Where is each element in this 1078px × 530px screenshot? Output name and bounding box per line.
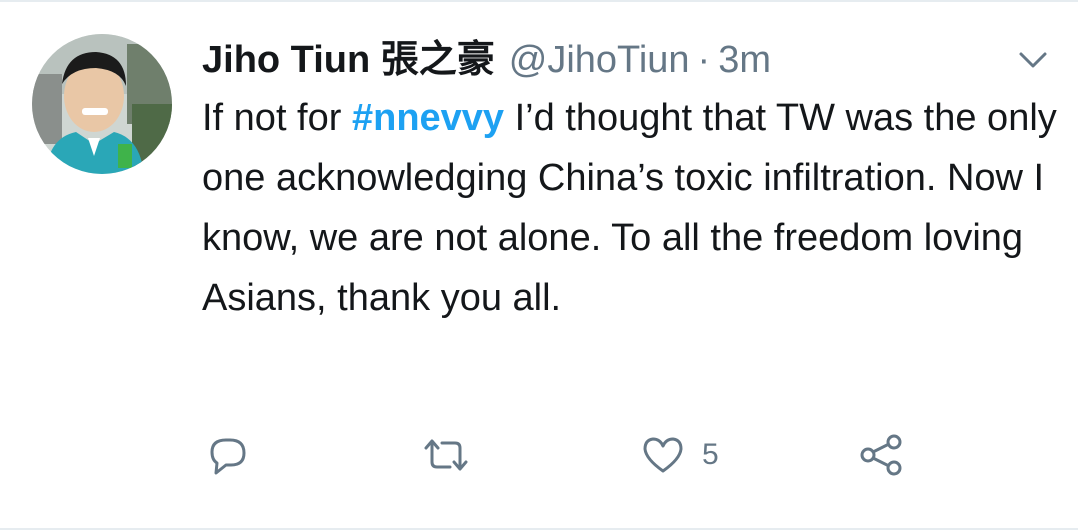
heart-icon — [643, 437, 683, 473]
tweet-header: Jiho Tiun 張之豪 @JihoTiun · 3m — [202, 34, 771, 86]
retweet-button[interactable] — [420, 430, 472, 480]
avatar[interactable] — [32, 34, 172, 174]
retweet-icon — [424, 439, 468, 471]
tweet-menu-button[interactable] — [1015, 42, 1051, 78]
share-button[interactable] — [858, 430, 904, 480]
avatar-photo — [32, 34, 172, 174]
tweet-actions: 5 — [0, 430, 1078, 480]
hashtag-link[interactable]: #nnevvy — [352, 97, 504, 139]
display-name[interactable]: Jiho Tiun 張之豪 — [202, 34, 495, 86]
reply-icon — [210, 438, 246, 475]
top-divider — [0, 0, 1078, 2]
chevron-down-icon — [1019, 52, 1047, 68]
like-count: 5 — [702, 438, 719, 471]
share-icon — [860, 434, 902, 476]
reply-button[interactable] — [204, 430, 250, 480]
tweet-card[interactable]: Jiho Tiun 張之豪 @JihoTiun · 3m If not for … — [0, 0, 1078, 530]
tweet-text-start: If not for — [202, 97, 352, 139]
tweet-text: If not for #nnevvy I’d thought that TW w… — [202, 88, 1062, 328]
separator-dot: · — [697, 39, 711, 81]
timestamp[interactable]: 3m — [718, 34, 771, 86]
user-handle[interactable]: @JihoTiun — [509, 34, 690, 86]
like-button[interactable]: 5 — [640, 430, 719, 480]
